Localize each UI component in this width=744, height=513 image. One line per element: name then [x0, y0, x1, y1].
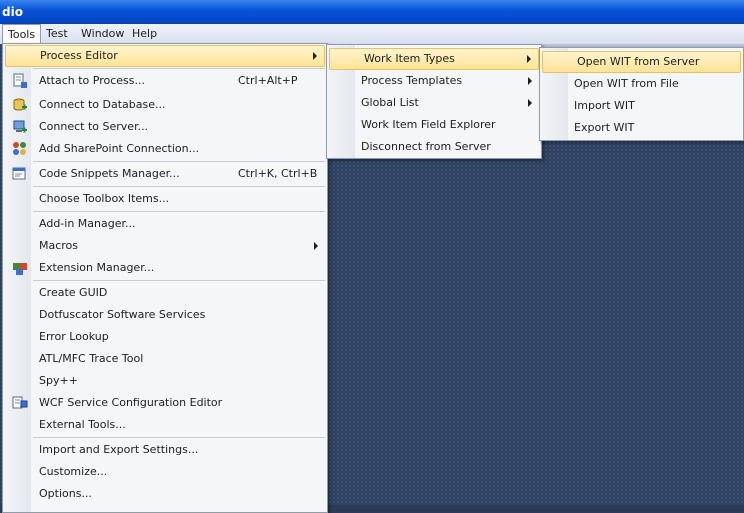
- menu-item-code-snippets-manager[interactable]: Code Snippets Manager... Ctrl+K, Ctrl+B: [3, 163, 327, 185]
- menu-item-work-item-field-explorer[interactable]: Work Item Field Explorer: [327, 114, 541, 136]
- menu-separator: [33, 280, 325, 281]
- menu-item-process-editor[interactable]: Process Editor: [5, 45, 325, 67]
- submenu-arrow-icon: [527, 55, 531, 63]
- menu-item-external-tools[interactable]: External Tools...: [3, 414, 327, 436]
- sharepoint-icon: [13, 142, 26, 155]
- menu-item-process-templates[interactable]: Process Templates: [327, 70, 541, 92]
- menu-item-choose-toolbox-items[interactable]: Choose Toolbox Items...: [3, 188, 327, 210]
- menu-item-import-wit[interactable]: Import WIT: [540, 95, 743, 117]
- menu-item-options[interactable]: Options...: [3, 483, 327, 505]
- wcf-config-icon: [12, 396, 28, 409]
- menu-item-export-wit[interactable]: Export WIT: [540, 117, 743, 139]
- menu-separator: [33, 161, 325, 162]
- tools-dropdown: Process Editor Attach to Process... Ctrl…: [2, 43, 328, 513]
- menu-item-error-lookup[interactable]: Error Lookup: [3, 326, 327, 348]
- menu-item-attach-to-process[interactable]: Attach to Process... Ctrl+Alt+P: [3, 70, 327, 92]
- extension-manager-icon: [13, 263, 27, 275]
- attach-process-icon: [13, 73, 27, 88]
- menu-separator: [33, 68, 325, 69]
- menu-item-open-wit-from-file[interactable]: Open WIT from File: [540, 73, 743, 95]
- menu-item-connect-to-database[interactable]: Connect to Database...: [3, 94, 327, 116]
- menu-item-wcf-service-config-editor[interactable]: WCF Service Configuration Editor: [3, 392, 327, 414]
- menu-item-import-export-settings[interactable]: Import and Export Settings...: [3, 439, 327, 461]
- menu-separator: [33, 437, 325, 438]
- menu-separator: [33, 211, 325, 212]
- menu-item-add-sharepoint-connection[interactable]: Add SharePoint Connection...: [3, 138, 327, 160]
- menu-item-macros[interactable]: Macros: [3, 235, 327, 257]
- submenu-arrow-icon: [528, 77, 532, 85]
- menu-item-work-item-types[interactable]: Work Item Types: [329, 48, 539, 70]
- work-item-types-submenu: Open WIT from Server Open WIT from File …: [539, 47, 744, 141]
- menu-item-add-in-manager[interactable]: Add-in Manager...: [3, 213, 327, 235]
- menu-item-extension-manager[interactable]: Extension Manager...: [3, 257, 327, 279]
- menu-bar: Tools Test Window Help: [0, 24, 744, 45]
- window-title: dio: [2, 5, 23, 19]
- menu-item-dotfuscator[interactable]: Dotfuscator Software Services: [3, 304, 327, 326]
- menu-item-open-wit-from-server[interactable]: Open WIT from Server: [542, 51, 741, 73]
- menu-tools[interactable]: Tools: [2, 24, 42, 45]
- menu-test[interactable]: Test: [41, 24, 73, 44]
- process-editor-submenu: Work Item Types Process Templates Global…: [326, 44, 542, 159]
- title-bar: dio: [0, 0, 744, 24]
- menu-item-spy[interactable]: Spy++: [3, 370, 327, 392]
- menu-help[interactable]: Help: [127, 24, 162, 44]
- code-snippets-icon: [12, 167, 26, 180]
- menu-separator: [33, 186, 325, 187]
- menu-item-disconnect-from-server[interactable]: Disconnect from Server: [327, 136, 541, 158]
- menu-item-create-guid[interactable]: Create GUID: [3, 282, 327, 304]
- submenu-arrow-icon: [528, 99, 532, 107]
- submenu-arrow-icon: [313, 52, 317, 60]
- menu-item-connect-to-server[interactable]: Connect to Server...: [3, 116, 327, 138]
- submenu-arrow-icon: [314, 242, 318, 250]
- menu-item-global-list[interactable]: Global List: [327, 92, 541, 114]
- menu-window[interactable]: Window: [76, 24, 129, 44]
- menu-item-customize[interactable]: Customize...: [3, 461, 327, 483]
- database-connect-icon: [13, 98, 27, 111]
- menu-item-atl-mfc-trace-tool[interactable]: ATL/MFC Trace Tool: [3, 348, 327, 370]
- server-connect-icon: [13, 120, 27, 133]
